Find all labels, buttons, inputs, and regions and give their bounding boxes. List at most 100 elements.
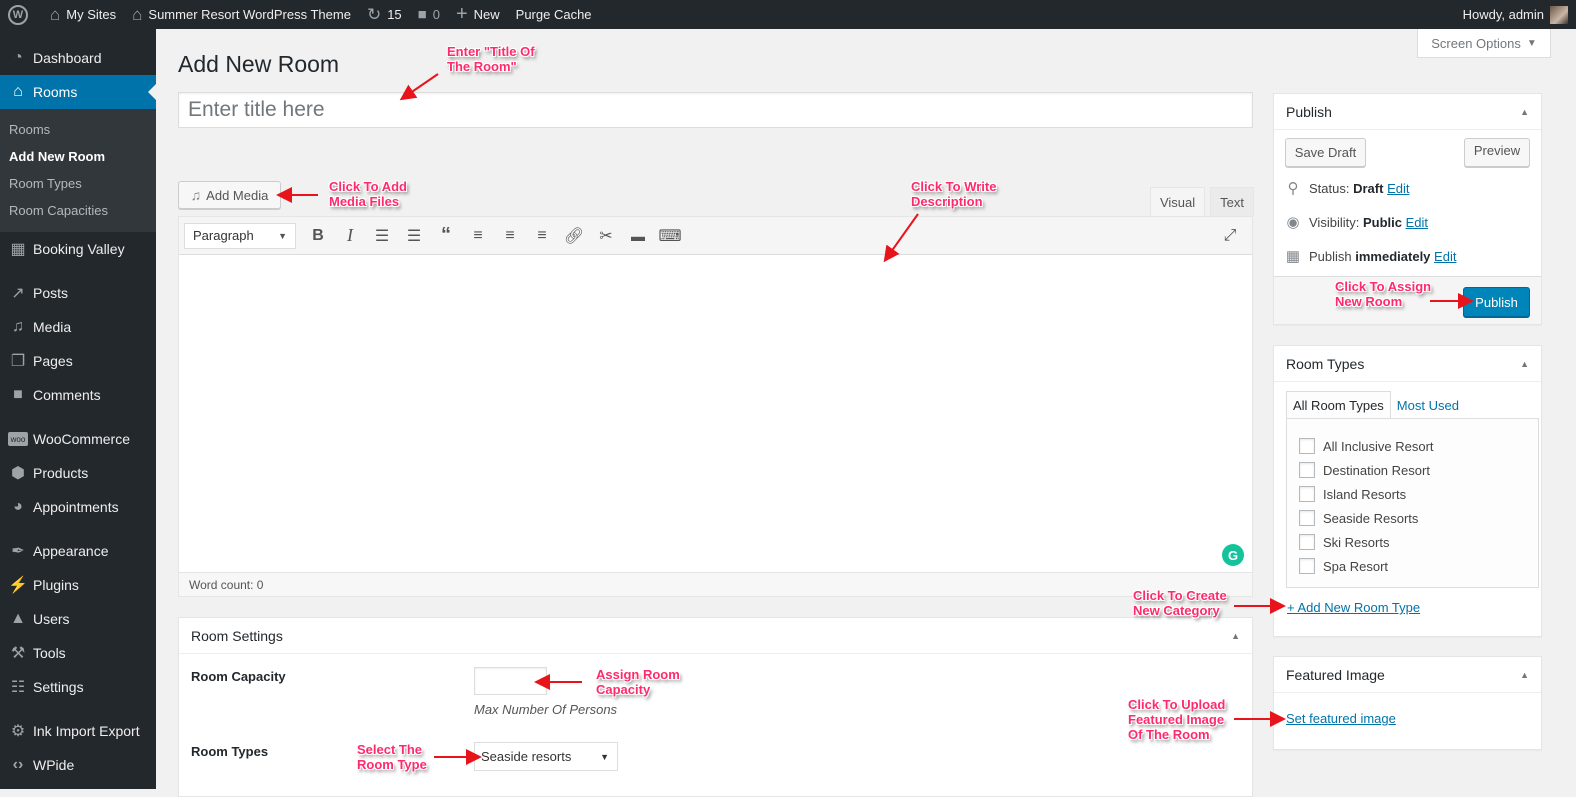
featured-image-box: Featured Image ▲ Set featured image <box>1273 656 1542 750</box>
italic-icon: I <box>347 225 353 245</box>
updates-icon: ↻ <box>366 4 382 24</box>
checklist-item[interactable]: Seaside Resorts <box>1287 506 1538 530</box>
tab-most-used[interactable]: Most Used <box>1391 391 1465 419</box>
sidebar-item-tools[interactable]: ⚒ Tools <box>0 636 156 670</box>
featured-image-header[interactable]: Featured Image ▲ <box>1274 657 1541 693</box>
room-types-header[interactable]: Room Types ▲ <box>1274 346 1541 382</box>
edit-visibility-link[interactable]: Edit <box>1406 215 1428 230</box>
edit-status-link[interactable]: Edit <box>1387 181 1409 196</box>
updates-link[interactable]: ↻ 15 <box>359 0 410 29</box>
visibility-label: Visibility: <box>1309 214 1360 230</box>
new-content-link[interactable]: + New <box>448 0 508 29</box>
collapse-icon[interactable]: ▲ <box>1520 670 1529 680</box>
submenu-item-room-types[interactable]: Room Types <box>0 170 156 197</box>
checkbox[interactable] <box>1299 462 1315 478</box>
sidebar-item-ink-import-export[interactable]: ⚙ Ink Import Export <box>0 714 156 748</box>
room-settings-header[interactable]: Room Settings ▲ <box>179 618 1252 654</box>
updates-count: 15 <box>387 7 402 22</box>
checkbox[interactable] <box>1299 558 1315 574</box>
checklist-item[interactable]: Spa Resort <box>1287 554 1538 578</box>
remove-link-button[interactable]: ✂ <box>590 222 622 250</box>
sidebar-item-posts[interactable]: ↗ Posts <box>0 276 156 310</box>
bulleted-list-button[interactable]: ☰ <box>366 222 398 250</box>
screen-options-button[interactable]: Screen Options ▼ <box>1417 29 1551 58</box>
purge-cache-link[interactable]: Purge Cache <box>508 0 600 29</box>
tab-all-room-types[interactable]: All Room Types <box>1286 391 1391 419</box>
submenu-item-rooms[interactable]: Rooms <box>0 116 156 143</box>
checklist-item[interactable]: Ski Resorts <box>1287 530 1538 554</box>
italic-button[interactable]: I <box>334 222 366 250</box>
sidebar-item-label: Ink Import Export <box>33 723 140 739</box>
bold-button[interactable]: B <box>302 222 334 250</box>
sidebar-item-pages[interactable]: ❐ Pages <box>0 344 156 378</box>
collapse-icon[interactable]: ▲ <box>1231 631 1240 641</box>
checklist-item[interactable]: All Inclusive Resort <box>1287 434 1538 458</box>
sidebar-item-users[interactable]: ▲ Users <box>0 602 156 636</box>
sidebar-item-products[interactable]: ⬢ Products <box>0 456 156 490</box>
publish-header[interactable]: Publish ▲ <box>1274 94 1541 130</box>
numbered-list-button[interactable]: ☰ <box>398 222 430 250</box>
checklist-label: Seaside Resorts <box>1323 510 1419 526</box>
add-new-room-type-link[interactable]: + Add New Room Type <box>1287 600 1420 615</box>
align-right-button[interactable]: ≡ <box>526 222 558 250</box>
submenu-item-room-capacities[interactable]: Room Capacities <box>0 197 156 224</box>
set-featured-image-link[interactable]: Set featured image <box>1286 711 1396 726</box>
site-name-link[interactable]: ⌂ Summer Resort WordPress Theme <box>124 0 359 29</box>
read-more-button[interactable]: ▬ <box>622 222 654 250</box>
sidebar-item-settings[interactable]: ☷ Settings <box>0 670 156 704</box>
tab-visual[interactable]: Visual <box>1149 187 1206 216</box>
rooms-submenu: Rooms Add New Room Room Types Room Capac… <box>0 109 156 232</box>
add-media-button[interactable]: ♫ Add Media <box>178 181 281 209</box>
sidebar-item-plugins[interactable]: ⚡ Plugins <box>0 568 156 602</box>
room-capacity-input[interactable] <box>474 667 547 695</box>
collapse-icon[interactable]: ▲ <box>1520 359 1529 369</box>
submenu-item-add-new-room[interactable]: Add New Room <box>0 143 156 170</box>
edit-schedule-link[interactable]: Edit <box>1434 249 1456 264</box>
checkbox[interactable] <box>1299 486 1315 502</box>
align-center-button[interactable]: ≡ <box>494 222 526 250</box>
home-icon: ⌂ <box>13 83 23 100</box>
sidebar-item-appointments[interactable]: ◕ Appointments <box>0 490 156 524</box>
comments-link[interactable]: ■ 0 <box>410 0 448 29</box>
sidebar-item-appearance[interactable]: ✒ Appearance <box>0 534 156 568</box>
editor-body[interactable] <box>179 255 1252 572</box>
preview-button[interactable]: Preview <box>1464 138 1530 167</box>
sidebar-item-media[interactable]: ♫ Media <box>0 310 156 344</box>
format-select[interactable]: Paragraph ▼ <box>184 222 296 249</box>
sidebar-item-wpide[interactable]: ‹› WPide <box>0 748 156 782</box>
checklist-item[interactable]: Island Resorts <box>1287 482 1538 506</box>
content-editor: Paragraph ▼ B I ☰ ☰ “ ≡ ≡ ≡ 🔗︎ ✂ ▬ ⌨ ⤢ G … <box>178 216 1253 597</box>
checkbox[interactable] <box>1299 534 1315 550</box>
collapse-icon[interactable]: ▲ <box>1520 107 1529 117</box>
room-type-select[interactable]: Seaside resorts ▼ <box>474 742 618 771</box>
sidebar-item-booking-valley[interactable]: ▦ Booking Valley <box>0 232 156 266</box>
fullscreen-button[interactable]: ⤢ <box>1214 222 1246 250</box>
sidebar-item-comments[interactable]: ■ Comments <box>0 378 156 412</box>
title-input[interactable] <box>178 92 1253 128</box>
insert-link-button[interactable]: 🔗︎ <box>558 222 590 250</box>
my-sites-link[interactable]: ⌂ My Sites <box>42 0 124 29</box>
sidebar-item-dashboard[interactable]: ◔ Dashboard <box>0 41 156 75</box>
align-left-button[interactable]: ≡ <box>462 222 494 250</box>
editor-toolbar: Paragraph ▼ B I ☰ ☰ “ ≡ ≡ ≡ 🔗︎ ✂ ▬ ⌨ ⤢ <box>179 217 1252 255</box>
annotation-description: Click To Write Description <box>911 179 997 209</box>
annotation-add-media: Click To Add Media Files <box>329 179 407 209</box>
checkbox[interactable] <box>1299 438 1315 454</box>
checkbox[interactable] <box>1299 510 1315 526</box>
sidebar-item-rooms[interactable]: ⌂ Rooms <box>0 75 156 109</box>
tab-text[interactable]: Text <box>1210 187 1254 216</box>
wp-logo-button[interactable]: W <box>0 0 42 29</box>
wordpress-logo-icon: W <box>8 4 28 25</box>
save-draft-button[interactable]: Save Draft <box>1285 138 1366 167</box>
grammarly-icon[interactable]: G <box>1222 544 1244 566</box>
toolbar-toggle-button[interactable]: ⌨ <box>654 222 686 250</box>
sidebar-item-label: Users <box>33 611 70 627</box>
publish-button[interactable]: Publish <box>1463 287 1530 317</box>
comment-icon: ■ <box>417 6 427 23</box>
blockquote-button[interactable]: “ <box>430 222 462 250</box>
checklist-item[interactable]: Destination Resort <box>1287 458 1538 482</box>
account-menu[interactable]: Howdy, admin <box>1455 0 1576 29</box>
checklist-label: Destination Resort <box>1323 462 1430 478</box>
sidebar-item-woocommerce[interactable]: woo WooCommerce <box>0 422 156 456</box>
read-more-icon: ▬ <box>631 227 645 244</box>
